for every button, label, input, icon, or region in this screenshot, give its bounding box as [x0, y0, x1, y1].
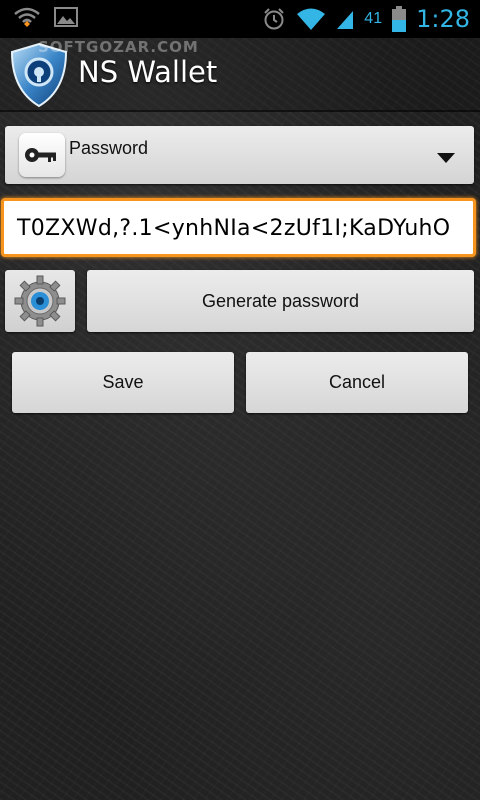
- password-settings-button[interactable]: [5, 270, 75, 332]
- wifi-signal-icon: [297, 8, 326, 30]
- entry-type-dropdown[interactable]: Password: [5, 126, 474, 184]
- wifi-stats-icon: [14, 7, 40, 27]
- action-bar: SOFTGOZAR.COM NS Wallet: [0, 38, 480, 110]
- notification-icons: [14, 6, 78, 28]
- status-bar: 41 1:28: [0, 0, 480, 38]
- dropdown-selected-value: Password: [69, 138, 149, 158]
- battery-percent: 41: [364, 10, 383, 27]
- generate-password-button[interactable]: Generate password: [87, 270, 474, 332]
- alarm-icon: [264, 8, 285, 30]
- watermark: SOFTGOZAR.COM: [38, 38, 199, 56]
- action-bar-divider: [0, 110, 480, 112]
- cell-signal-icon: [337, 11, 354, 29]
- key-icon: [19, 133, 65, 177]
- system-icons: 41 1:28: [262, 0, 470, 38]
- clock: 1:28: [416, 5, 470, 33]
- dropdown-arrow-icon: [437, 153, 455, 163]
- image-notification-icon: [54, 7, 78, 27]
- cancel-button[interactable]: Cancel: [246, 352, 468, 413]
- battery-icon: [392, 6, 407, 32]
- password-input[interactable]: T0ZXWd,?.1<ynhNIa<2zUf1I;KaDYuhO: [1, 198, 476, 257]
- gear-icon: [14, 275, 66, 327]
- save-button[interactable]: Save: [12, 352, 234, 413]
- app-title: NS Wallet: [78, 55, 218, 89]
